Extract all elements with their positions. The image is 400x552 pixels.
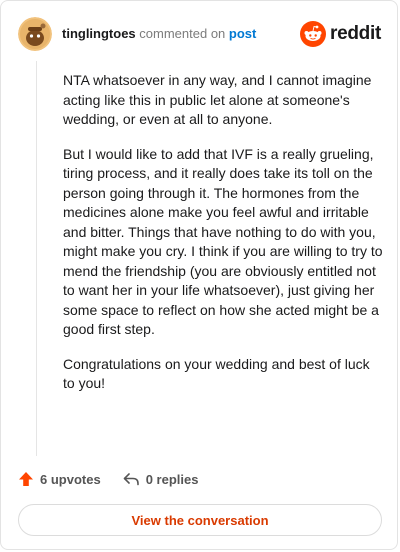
avatar-icon <box>18 17 52 51</box>
comment-paragraph: Congratulations on your wedding and best… <box>63 355 370 392</box>
reddit-logo-icon <box>300 21 327 47</box>
brand-wordmark: reddit <box>330 23 381 44</box>
avatar[interactable] <box>18 17 52 51</box>
comment-paragraph: NTA whatsoever in any way, and I cannot … <box>63 72 372 127</box>
comment-footer: 6 upvotes 0 replies <box>18 469 198 489</box>
action-text: commented on <box>139 26 226 41</box>
comment-body: NTA whatsoever in any way, and I cannot … <box>63 71 383 409</box>
username[interactable]: tinglingtoes <box>62 26 136 41</box>
comment-card: tinglingtoes commented on post reddit NT… <box>0 0 398 550</box>
reply-arrow-icon <box>123 473 139 486</box>
view-conversation-button[interactable]: View the conversation <box>18 504 382 536</box>
thread-line <box>36 61 37 456</box>
upvotes-count: 6 upvotes <box>40 471 101 487</box>
post-link[interactable]: post <box>229 26 256 41</box>
upvote-button[interactable]: 6 upvotes <box>18 471 101 487</box>
replies-count: 0 replies <box>145 471 199 487</box>
comment-paragraph: But I would like to add that IVF is a re… <box>63 145 383 338</box>
comment-meta: tinglingtoes commented on post <box>62 26 256 42</box>
reddit-brand[interactable]: reddit <box>300 21 381 47</box>
upvote-arrow-icon <box>19 472 33 486</box>
comment-header: tinglingtoes commented on post reddit <box>18 17 381 51</box>
replies-button[interactable]: 0 replies <box>123 471 199 487</box>
